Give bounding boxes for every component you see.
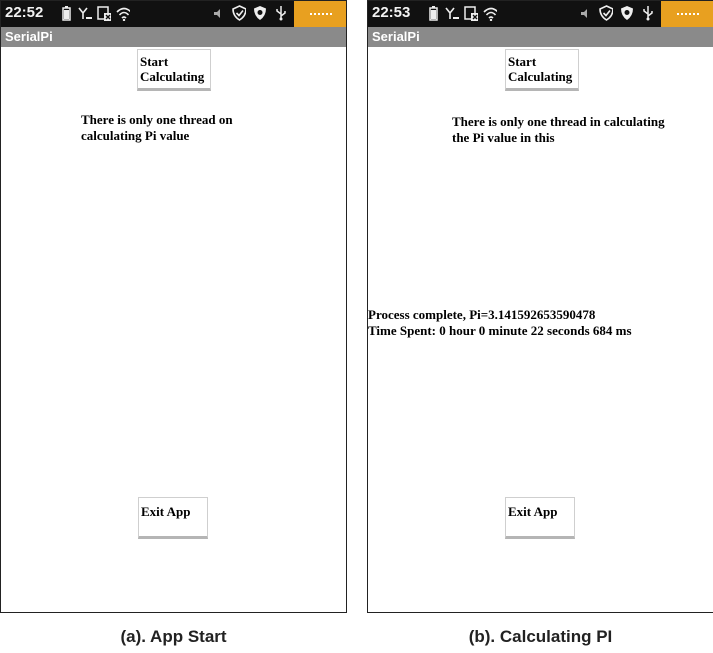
usb-icon (274, 5, 288, 21)
security-icon (620, 5, 634, 21)
mute-icon (578, 5, 592, 21)
status-bar: 22:53 (368, 1, 713, 27)
signal-icon (78, 5, 92, 21)
phone-screen-app-start: 22:52 SerialPi Start Calculating There i… (0, 0, 347, 613)
figure-caption-a: (a). App Start (120, 627, 227, 646)
phone-screen-calculating: 22:53 SerialPi Start Calculating There i… (367, 0, 713, 613)
battery-icon (59, 5, 73, 21)
thread-description: There is only one thread in calculating … (452, 114, 665, 145)
battery-icon (426, 5, 440, 21)
signal-icon (445, 5, 459, 21)
app-title-bar: SerialPi (368, 27, 713, 47)
no-sim-icon (464, 5, 478, 21)
no-sim-icon (97, 5, 111, 21)
security-icon (253, 5, 267, 21)
status-time: 22:53 (372, 4, 411, 21)
pi-result-text: Process complete, Pi=3.141592653590478 (368, 307, 596, 322)
app-title-bar: SerialPi (1, 27, 346, 47)
shield-icon (599, 5, 613, 21)
start-calculating-button[interactable]: Start Calculating (137, 49, 211, 91)
result-output: Process complete, Pi=3.141592653590478 T… (368, 307, 632, 339)
start-calculating-button[interactable]: Start Calculating (505, 49, 579, 91)
exit-app-button[interactable]: Exit App (138, 497, 208, 539)
figure-caption-b: (b). Calculating PI (468, 627, 613, 646)
wifi-icon (116, 5, 130, 21)
shield-icon (232, 5, 246, 21)
time-spent-text: Time Spent: 0 hour 0 minute 22 seconds 6… (368, 323, 632, 338)
status-bar: 22:52 (1, 1, 346, 27)
thread-description: There is only one thread on calculating … (81, 112, 233, 143)
notification-tab[interactable] (294, 1, 346, 27)
exit-app-button[interactable]: Exit App (505, 497, 575, 539)
mute-icon (211, 5, 225, 21)
notification-tab[interactable] (661, 1, 713, 27)
wifi-icon (483, 5, 497, 21)
usb-icon (641, 5, 655, 21)
status-time: 22:52 (5, 4, 44, 21)
